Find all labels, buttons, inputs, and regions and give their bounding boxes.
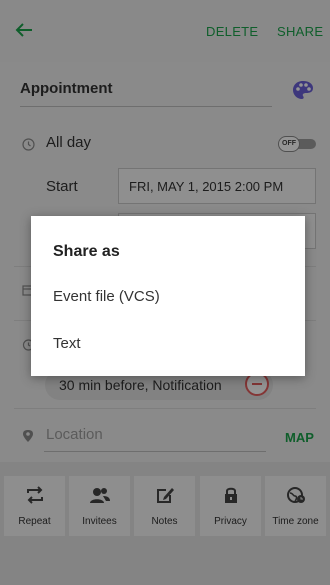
- share-option-text[interactable]: Text: [31, 322, 305, 366]
- share-as-dialog: Share as Event file (VCS) Text: [31, 216, 305, 376]
- share-option-event-file[interactable]: Event file (VCS): [31, 275, 305, 319]
- dialog-title: Share as: [53, 243, 120, 260]
